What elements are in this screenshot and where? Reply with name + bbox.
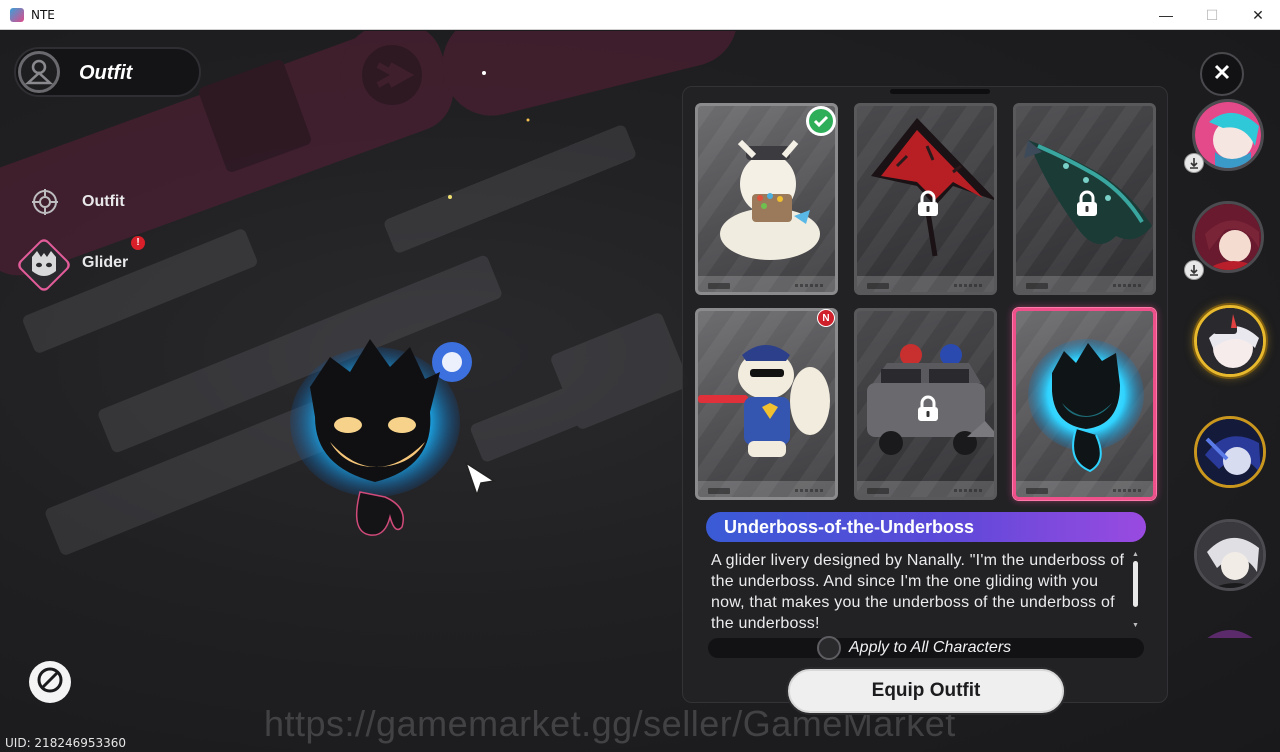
apply-all-label: Apply to All Characters: [849, 639, 1012, 656]
character-portrait-partial[interactable]: [1202, 626, 1258, 638]
new-badge: N: [817, 309, 835, 327]
glider-card[interactable]: [854, 103, 997, 295]
glider-card[interactable]: [1013, 308, 1156, 500]
character-portrait[interactable]: [1194, 519, 1266, 591]
glider-card[interactable]: [1013, 103, 1156, 295]
nav-item-outfit[interactable]: Outfit: [14, 187, 125, 217]
close-button[interactable]: [1200, 52, 1244, 96]
crosshair-icon: [14, 187, 74, 217]
nav-item-label: Outfit: [82, 193, 125, 210]
window-close-button[interactable]: ✕: [1235, 0, 1280, 30]
glider-card[interactable]: [695, 308, 838, 500]
character-glider-preview: [290, 339, 472, 536]
equip-outfit-label: Equip Outfit: [871, 680, 981, 701]
download-icon: [1184, 260, 1204, 280]
nav-item-glider[interactable]: Glider: [14, 235, 128, 291]
blue-ghost-art: [1028, 339, 1144, 473]
police-hamster-art: [698, 345, 830, 457]
character-portrait-active[interactable]: [1194, 305, 1266, 377]
lock-icon: [918, 395, 938, 421]
prohibit-icon: [35, 665, 65, 700]
outfit-figure-icon: [18, 51, 60, 93]
character-portrait[interactable]: [1192, 201, 1264, 273]
panel-handle: [890, 89, 990, 94]
scroll-up-arrow[interactable]: ▲: [1132, 551, 1139, 558]
nav-item-label: Glider: [82, 254, 129, 271]
user-id: UID: 218246953360: [5, 736, 127, 750]
outfit-header-pill: Outfit: [14, 47, 201, 97]
window-titlebar: NTE — ☐ ✕: [0, 0, 1280, 30]
equipped-check-icon: [806, 106, 836, 136]
glider-mask-icon: [14, 235, 70, 291]
download-icon: [1184, 153, 1204, 173]
minimize-button[interactable]: —: [1143, 0, 1189, 30]
close-icon: [1212, 62, 1232, 87]
item-description: A glider livery designed by Nanally. "I'…: [711, 552, 1125, 632]
character-portrait[interactable]: [1194, 416, 1266, 488]
equip-outfit-button[interactable]: Equip Outfit: [788, 669, 1064, 713]
mouse-cursor-icon: [464, 461, 497, 498]
lock-icon: [918, 190, 938, 216]
description-scrollbar[interactable]: [1133, 561, 1138, 607]
glider-card[interactable]: [854, 308, 997, 500]
alert-badge: !: [131, 236, 145, 250]
maximize-button[interactable]: ☐: [1189, 0, 1235, 30]
hide-ui-button[interactable]: [29, 661, 71, 703]
app-icon: [10, 8, 24, 22]
page-title: Outfit: [79, 62, 133, 84]
item-title: Underboss-of-the-Underboss: [724, 517, 975, 537]
apply-all-checkbox[interactable]: [817, 636, 841, 660]
window-title: NTE: [31, 8, 55, 22]
scroll-down-arrow[interactable]: ▼: [1132, 622, 1139, 629]
lock-icon: [1077, 190, 1097, 216]
